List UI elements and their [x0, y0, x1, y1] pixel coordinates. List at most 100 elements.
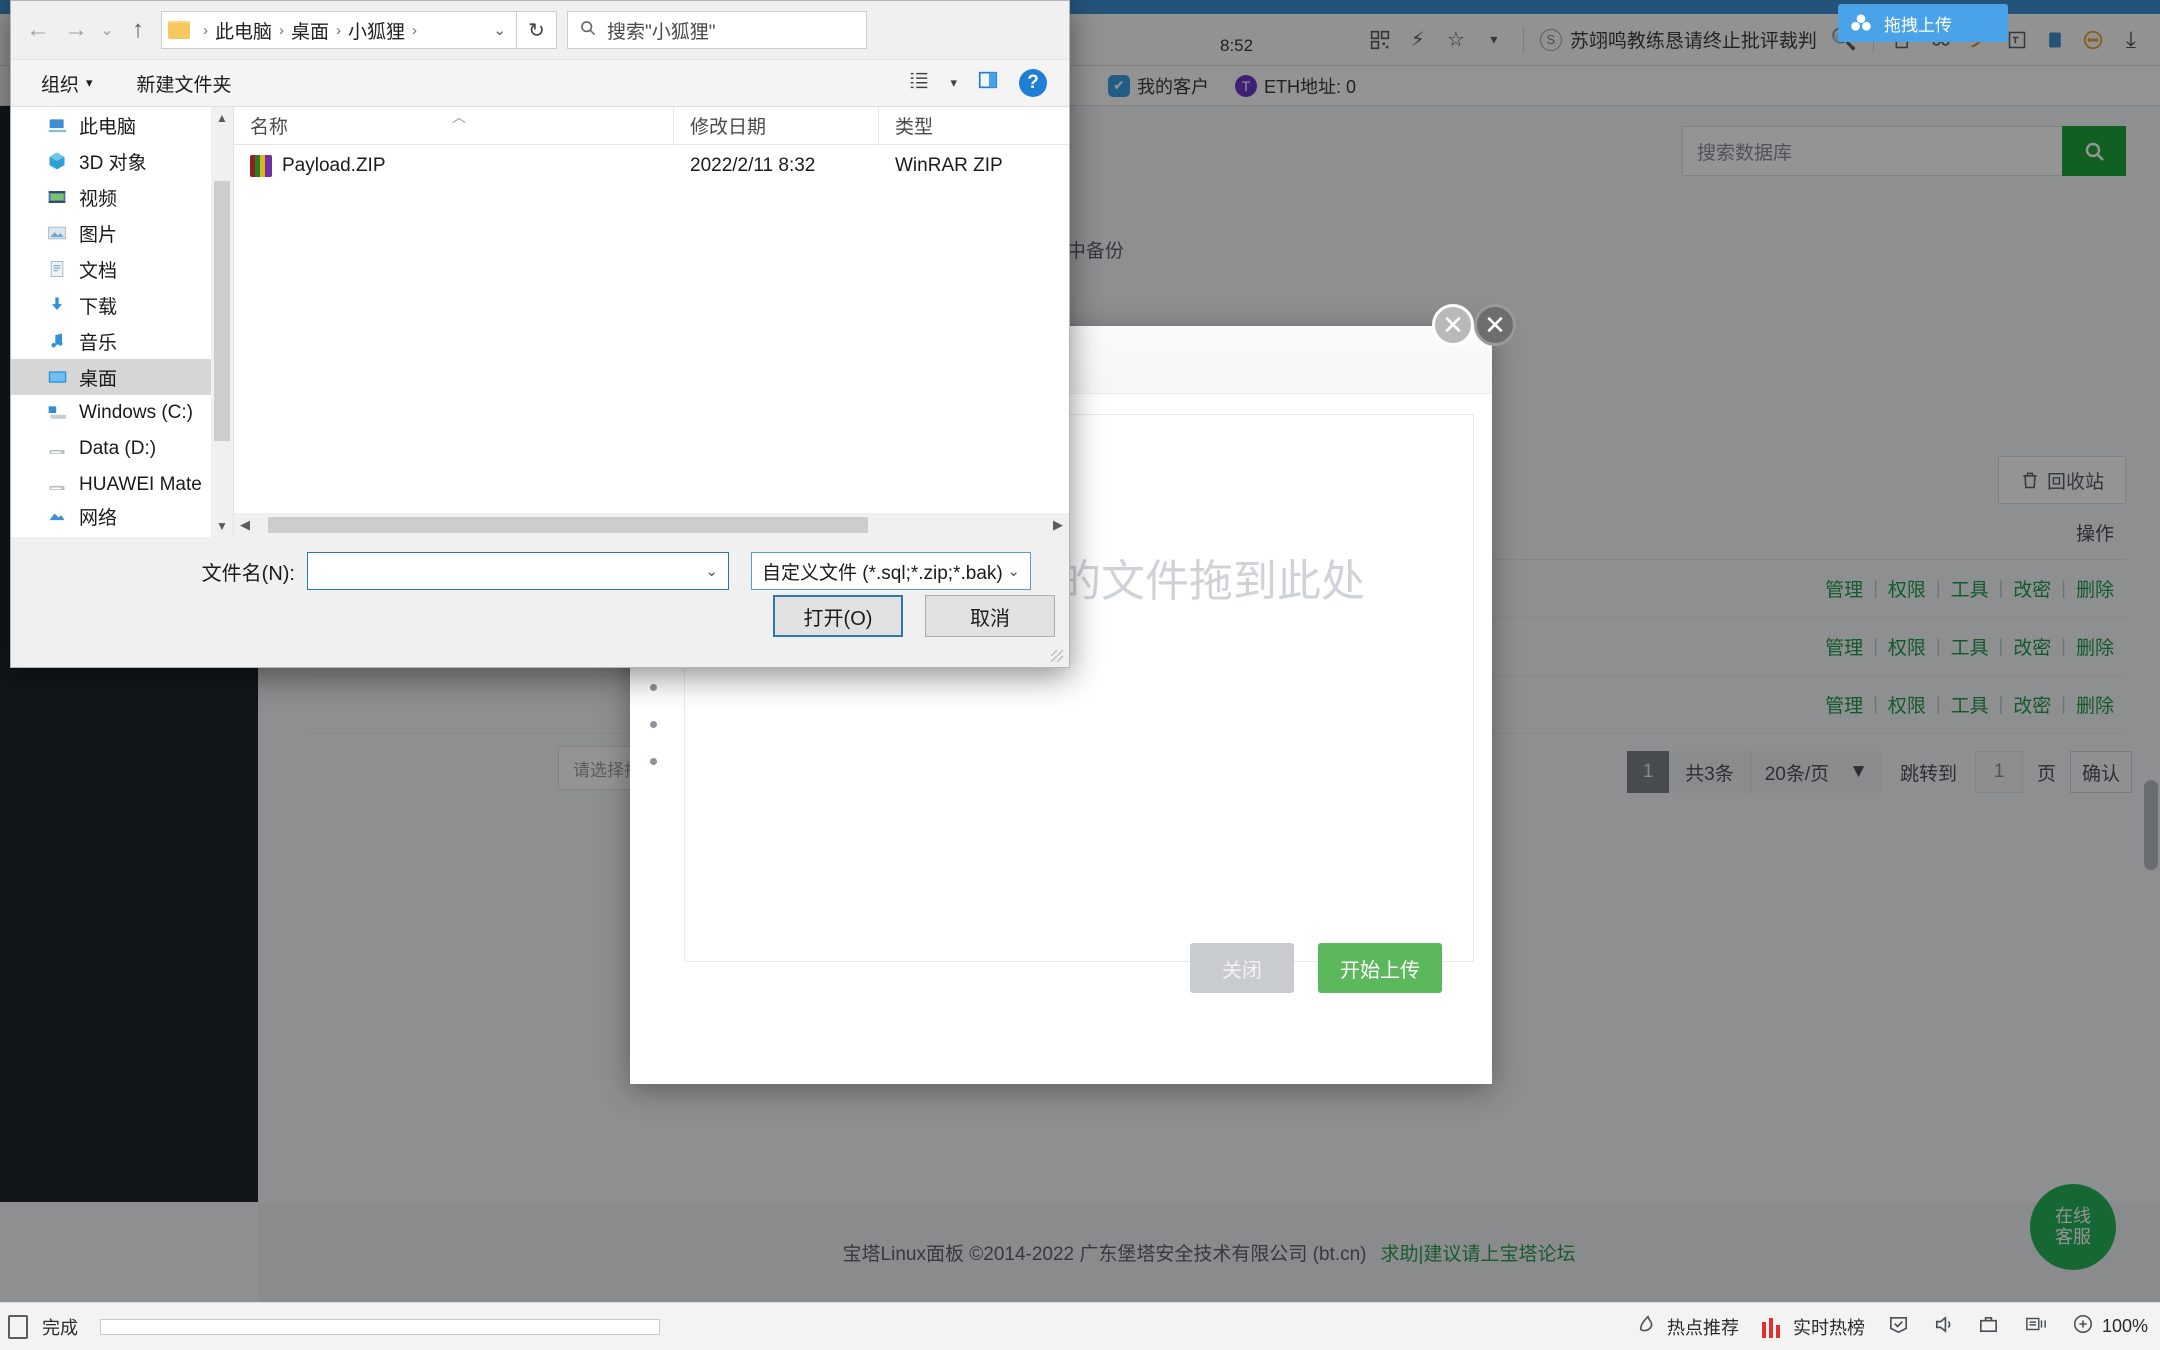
action-permission[interactable]: 权限: [1888, 633, 1926, 660]
arrow-right-icon[interactable]: →: [57, 11, 95, 49]
preview-pane-icon[interactable]: [977, 69, 999, 97]
documents-icon: [45, 258, 69, 280]
download-icon[interactable]: ⤓: [2112, 21, 2150, 59]
cancel-button[interactable]: 取消: [925, 595, 1055, 637]
scroll-down-icon[interactable]: ▼: [211, 515, 233, 537]
column-header-date[interactable]: 修改日期: [674, 106, 879, 145]
action-delete[interactable]: 删除: [2076, 575, 2114, 602]
action-delete[interactable]: 删除: [2076, 633, 2114, 660]
tree-item-videos[interactable]: 视频: [11, 179, 233, 215]
zoom-control[interactable]: 100%: [2072, 1313, 2148, 1340]
tree-item-pictures[interactable]: 图片: [11, 215, 233, 251]
resize-grip[interactable]: [1051, 650, 1063, 662]
tree-item-windows-c[interactable]: Windows (C:): [11, 395, 233, 431]
tree-item-this-pc[interactable]: 此电脑: [11, 107, 233, 143]
online-support-button[interactable]: 在线 客服: [2030, 1184, 2116, 1270]
toolbox-icon[interactable]: [1977, 1313, 2000, 1341]
footer-forum-link[interactable]: 求助|建议请上宝塔论坛: [1381, 1239, 1576, 1266]
search-button[interactable]: [2062, 126, 2126, 176]
close-icon[interactable]: ✕: [1432, 304, 1474, 346]
page-current[interactable]: 1: [1627, 751, 1670, 793]
new-folder-button[interactable]: 新建文件夹: [137, 70, 232, 97]
star-icon[interactable]: ☆: [1437, 21, 1475, 59]
tree-item-label: 桌面: [79, 368, 118, 390]
chevron-down-icon[interactable]: ⌄: [95, 11, 119, 49]
file-search-input[interactable]: 搜索"小狐狸": [607, 17, 716, 44]
hscroll-track[interactable]: [256, 513, 1047, 537]
file-row[interactable]: Payload.ZIP 2022/2/11 8:32 WinRAR ZIP: [234, 145, 1069, 187]
action-change-password[interactable]: 改密: [2013, 691, 2051, 718]
action-permission[interactable]: 权限: [1888, 575, 1926, 602]
bookmark-eth-address[interactable]: T ETH地址: 0: [1235, 73, 1356, 99]
chevron-down-icon[interactable]: ▾: [1475, 21, 1513, 59]
arrow-left-icon[interactable]: ←: [19, 11, 57, 49]
jump-label: 跳转到: [1899, 763, 1957, 785]
action-change-password[interactable]: 改密: [2013, 575, 2051, 602]
breadcrumb[interactable]: › 此电脑 › 桌面 › 小狐狸 › ⌄: [161, 11, 517, 49]
chevron-down-icon[interactable]: ⌄: [493, 21, 510, 39]
open-button[interactable]: 打开(O): [773, 595, 903, 637]
column-header-type[interactable]: 类型: [879, 107, 1059, 145]
breadcrumb-item-desktop[interactable]: 桌面: [291, 17, 329, 44]
jump-confirm-button[interactable]: 确认: [2070, 751, 2132, 793]
ime-icon[interactable]: [2022, 1313, 2050, 1340]
action-tools[interactable]: 工具: [1951, 575, 1989, 602]
action-permission[interactable]: 权限: [1888, 691, 1926, 718]
chevron-down-icon[interactable]: ⌄: [705, 562, 718, 580]
tree-item-data-d[interactable]: Data (D:): [11, 431, 233, 467]
lightning-icon[interactable]: ⚡: [1399, 21, 1437, 59]
refresh-icon[interactable]: ↻: [517, 11, 557, 49]
scroll-right-icon[interactable]: ▶: [1047, 517, 1069, 533]
page-scrollbar-thumb[interactable]: [2144, 780, 2158, 870]
page-size-select[interactable]: 20条/页 ▼: [1749, 751, 1882, 793]
organize-menu[interactable]: 组织 ▾: [41, 70, 93, 97]
checkbox-icon[interactable]: [1887, 1313, 1910, 1341]
tree-scrollbar-thumb[interactable]: [214, 181, 230, 441]
help-icon[interactable]: ?: [1019, 69, 1047, 97]
tree-item-desktop[interactable]: 桌面: [11, 359, 233, 395]
filetype-select[interactable]: 自定义文件 (*.sql;*.zip;*.bak) ⌄: [751, 552, 1031, 590]
tree-item-3d-objects[interactable]: 3D 对象: [11, 143, 233, 179]
breadcrumb-item-folder[interactable]: 小狐狸: [348, 17, 405, 44]
hot-recommend-item[interactable]: 热点推荐: [1637, 1313, 1739, 1340]
tree-item-downloads[interactable]: 下载: [11, 287, 233, 323]
scroll-up-icon[interactable]: ▲: [211, 107, 233, 129]
file-search-box[interactable]: 搜索"小狐狸": [567, 11, 867, 49]
bookmark-my-customers[interactable]: ✔ 我的客户: [1108, 73, 1209, 99]
speaker-icon[interactable]: [1932, 1313, 1955, 1341]
music-icon: [45, 330, 69, 352]
filename-label: 文件名(N):: [201, 562, 295, 585]
action-manage[interactable]: 管理: [1825, 575, 1863, 602]
arrow-up-icon[interactable]: ↑: [119, 11, 157, 49]
tree-item-documents[interactable]: 文档: [11, 251, 233, 287]
chevron-down-icon[interactable]: ▾: [950, 75, 957, 91]
action-manage[interactable]: 管理: [1825, 633, 1863, 660]
action-tools[interactable]: 工具: [1951, 691, 1989, 718]
action-manage[interactable]: 管理: [1825, 691, 1863, 718]
list-view-icon[interactable]: [908, 69, 930, 97]
start-upload-button[interactable]: 开始上传: [1318, 943, 1442, 993]
browser-search-box[interactable]: S 苏翊鸣教练恳请终止批评裁判 🔍: [1534, 26, 1863, 53]
hscroll-thumb[interactable]: [268, 517, 868, 533]
action-change-password[interactable]: 改密: [2013, 633, 2051, 660]
scroll-left-icon[interactable]: ◀: [234, 517, 256, 533]
tree-item-network[interactable]: 网络: [11, 503, 233, 529]
live-hot-list-item[interactable]: 实时热榜: [1760, 1314, 1865, 1340]
recycle-bin-button[interactable]: 回收站: [1998, 456, 2126, 504]
search-input[interactable]: 搜索数据库: [1682, 126, 2062, 176]
more-icon[interactable]: [2074, 21, 2112, 59]
action-tools[interactable]: 工具: [1951, 633, 1989, 660]
qr-code-icon[interactable]: [1361, 21, 1399, 59]
file-list-hscrollbar[interactable]: ◀ ▶: [234, 513, 1069, 537]
close-button[interactable]: 关闭: [1190, 943, 1294, 993]
notes-icon[interactable]: [2036, 21, 2074, 59]
tree-item-music[interactable]: 音乐: [11, 323, 233, 359]
zoom-icon: [2072, 1313, 2094, 1340]
tree-scrollbar[interactable]: ▲ ▼: [211, 107, 233, 537]
tree-item-huawei-mate[interactable]: HUAWEI Mate: [11, 467, 233, 503]
action-delete[interactable]: 删除: [2076, 691, 2114, 718]
close-icon[interactable]: ✕: [1474, 304, 1516, 346]
jump-page-input[interactable]: 1: [1974, 751, 2023, 793]
breadcrumb-item-this-pc[interactable]: 此电脑: [215, 17, 272, 44]
filename-input[interactable]: ⌄: [307, 552, 729, 590]
